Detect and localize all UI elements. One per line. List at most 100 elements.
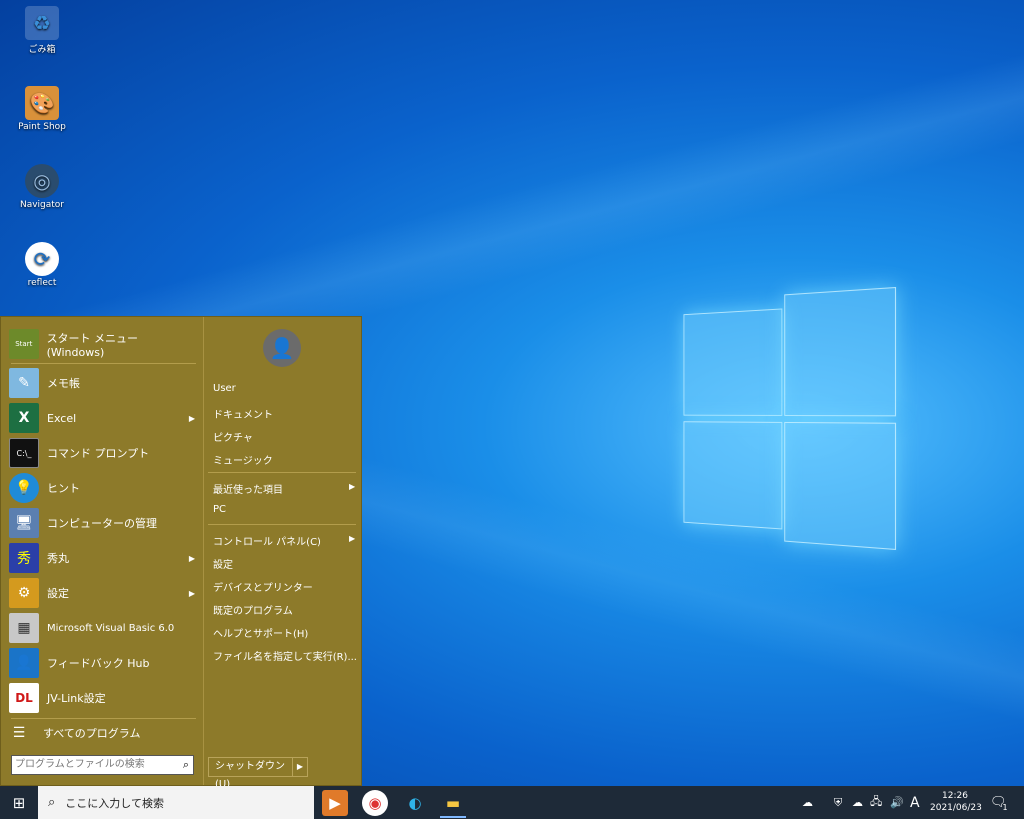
recycle-bin-icon: ♻ — [25, 6, 59, 40]
user-avatar-icon[interactable]: 👤 — [263, 329, 301, 367]
logo-pane — [683, 421, 783, 530]
settings-gear-icon: ⚙ — [9, 578, 39, 608]
tips-bulb-icon: 💡 — [9, 473, 39, 503]
search-icon: ⌕ — [182, 758, 189, 771]
menu-item-label: スタート メニュー (Windows) — [46, 331, 139, 359]
menu-item-computer-management[interactable]: 🖥 コンピューターの管理 — [9, 506, 197, 540]
submenu-arrow-icon: ▶ — [349, 482, 356, 491]
start-menu: Start スタート メニュー (Windows) ✎ メモ帳 X Excel … — [0, 316, 362, 790]
menu-item-label: 秀丸 — [47, 552, 69, 565]
menu-item-feedback-hub[interactable]: 👤 フィードバック Hub — [9, 646, 197, 680]
menu-item-label: 設定 — [47, 587, 69, 600]
windows-wallpaper-logo — [673, 270, 924, 551]
windows-logo-icon: ⊞ — [12, 793, 26, 812]
start-button[interactable]: ⊞ — [0, 786, 38, 819]
menu-item-cmd[interactable]: C:\_ コマンド プロンプト — [9, 436, 197, 470]
shutdown-control: シャットダウン(U) ▶ — [208, 757, 308, 790]
taskbar-search-box[interactable]: ⌕ ここに入力して検索 — [38, 786, 314, 819]
place-default-programs[interactable]: 既定のプログラム — [213, 602, 293, 617]
navigator-globe-icon: ◎ — [25, 164, 59, 198]
shutdown-options-arrow-icon[interactable]: ▶ — [293, 758, 307, 776]
place-user[interactable]: User — [213, 383, 236, 394]
menu-item-excel[interactable]: X Excel ▶ — [9, 401, 197, 435]
excel-icon: X — [9, 403, 39, 433]
place-devices[interactable]: デバイスとプリンター — [213, 579, 313, 594]
cmd-icon: C:\_ — [9, 438, 39, 468]
clock-date: 2021/06/23 — [930, 803, 982, 813]
onedrive-icon[interactable]: ☁ — [852, 786, 863, 819]
place-documents[interactable]: ドキュメント — [213, 406, 273, 421]
divider — [208, 524, 356, 525]
chrome-icon[interactable]: ◉ — [362, 790, 388, 816]
menu-item-jv-link[interactable]: DL JV-Link設定 — [9, 681, 197, 715]
notification-center-icon[interactable]: 🗨 1 — [990, 786, 1008, 819]
menu-item-settings[interactable]: ⚙ 設定 ▶ — [9, 576, 197, 610]
place-run[interactable]: ファイル名を指定して実行(R)... — [213, 648, 357, 663]
ime-indicator[interactable]: A — [910, 786, 920, 819]
menu-item-hidemaru[interactable]: 秀 秀丸 ▶ — [9, 541, 197, 575]
desktop-icon-label: ごみ箱 — [28, 45, 56, 55]
shutdown-button[interactable]: シャットダウン(U) — [209, 758, 293, 790]
media-player-icon[interactable]: ▶ — [322, 790, 348, 816]
logo-pane — [683, 308, 783, 416]
logo-pane — [784, 286, 897, 417]
menu-item-visual-basic[interactable]: ▦ Microsoft Visual Basic 6.0 — [9, 611, 197, 645]
taskbar: ⊞ ⌕ ここに入力して検索 ▶ ◉ ◐ ▬ ☁ ⛨ ☁ 🖧 🔊 A 12:26 … — [0, 786, 1024, 819]
search-placeholder: プログラムとファイルの検索 — [15, 759, 145, 770]
divider — [208, 472, 356, 473]
place-music[interactable]: ミュージック — [213, 452, 273, 467]
menu-item-label: メモ帳 — [47, 377, 80, 390]
all-programs-button[interactable]: ☰ すべてのプログラム — [9, 716, 197, 750]
clock-time: 12:26 — [942, 791, 968, 801]
desktop-icon-label: Paint Shop — [18, 122, 66, 132]
submenu-arrow-icon: ▶ — [188, 553, 195, 563]
menu-item-label: Excel — [47, 411, 77, 425]
weather-icon[interactable]: ☁ — [802, 786, 813, 819]
desktop-icon-label: Navigator — [19, 200, 65, 210]
place-pc[interactable]: PC — [213, 504, 226, 515]
submenu-arrow-icon: ▶ — [188, 413, 195, 423]
notification-count: 1 — [1002, 803, 1008, 812]
menu-item-notepad[interactable]: ✎ メモ帳 — [9, 366, 197, 400]
taskbar-search-placeholder: ここに入力して検索 — [65, 796, 164, 810]
jv-link-icon: DL — [9, 683, 39, 713]
submenu-arrow-icon: ▶ — [349, 534, 356, 543]
paint-palette-icon: 🎨 — [25, 86, 59, 120]
all-programs-label: すべてのプログラム — [43, 727, 141, 740]
menu-item-label: コマンド プロンプト — [47, 447, 150, 460]
file-explorer-icon[interactable]: ▬ — [440, 790, 466, 818]
logo-pane — [784, 421, 897, 551]
place-recent[interactable]: 最近使った項目 — [213, 481, 283, 496]
place-settings[interactable]: 設定 — [213, 556, 233, 571]
volume-icon[interactable]: 🔊 — [890, 786, 904, 819]
menu-item-label: ヒント — [47, 482, 80, 495]
reflect-arrows-icon: ⟳ — [25, 242, 59, 276]
taskbar-clock[interactable]: 12:26 2021/06/23 — [930, 790, 982, 814]
desktop-icon-recycle-bin[interactable]: ♻ ごみ箱 — [12, 6, 72, 55]
security-shield-icon[interactable]: ⛨ — [834, 786, 842, 819]
start-menu-programs: Start スタート メニュー (Windows) ✎ メモ帳 X Excel … — [1, 317, 204, 785]
place-pictures[interactable]: ピクチャ — [213, 429, 253, 444]
hidemaru-icon: 秀 — [9, 543, 39, 573]
list-icon: ☰ — [12, 725, 26, 741]
network-icon[interactable]: 🖧 — [870, 786, 882, 819]
desktop-icon-reflect[interactable]: ⟳ reflect — [12, 242, 72, 288]
menu-item-tips[interactable]: 💡 ヒント — [9, 471, 197, 505]
menu-item-label: JV-Link設定 — [47, 692, 106, 705]
place-help[interactable]: ヘルプとサポート(H) — [213, 625, 308, 640]
menu-item-label: Microsoft Visual Basic 6.0 — [47, 622, 175, 634]
program-search-input[interactable]: プログラムとファイルの検索 ⌕ — [11, 755, 194, 775]
place-control-panel[interactable]: コントロール パネル(C) — [213, 533, 321, 548]
edge-icon[interactable]: ◐ — [402, 790, 428, 816]
desktop-icon-label: reflect — [27, 278, 57, 288]
desktop-icon-navigator[interactable]: ◎ Navigator — [12, 164, 72, 210]
feedback-hub-icon: 👤 — [9, 648, 39, 678]
search-icon: ⌕ — [48, 795, 56, 810]
computer-management-icon: 🖥 — [9, 508, 39, 538]
menu-item-start-menu[interactable]: Start スタート メニュー (Windows) — [9, 327, 197, 361]
menu-item-label: フィードバック Hub — [47, 657, 150, 670]
start-menu-icon: Start — [9, 329, 39, 359]
menu-item-label: コンピューターの管理 — [47, 517, 157, 530]
divider — [11, 363, 196, 364]
desktop-icon-paint-shop[interactable]: 🎨 Paint Shop — [12, 86, 72, 132]
